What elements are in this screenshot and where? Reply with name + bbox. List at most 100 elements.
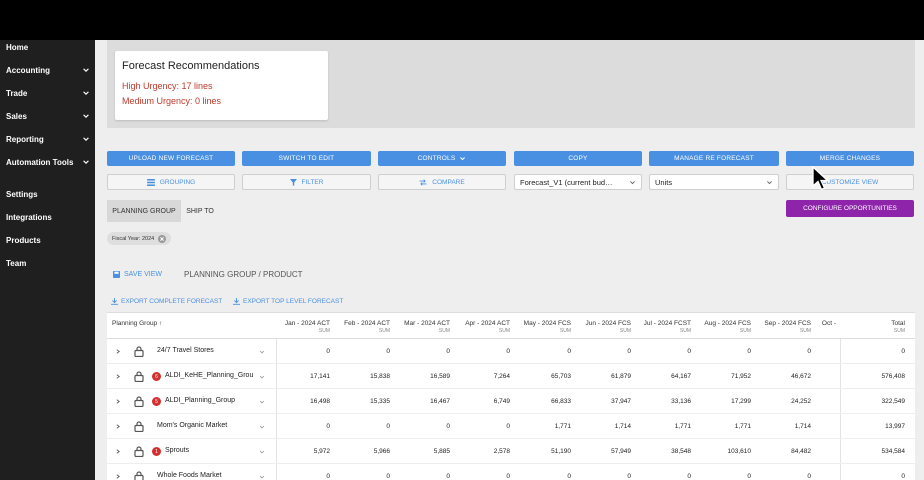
sidebar-item-trade[interactable]: Trade	[6, 86, 90, 100]
table-cell[interactable]: 17,141	[310, 373, 330, 380]
table-cell[interactable]: 16,589	[430, 373, 450, 380]
chevron-down-icon[interactable]	[259, 449, 265, 455]
table-cell[interactable]: 13,997	[885, 423, 905, 430]
table-cell[interactable]: 64,167	[671, 373, 691, 380]
toggle-planning-group[interactable]: PLANNING GROUP	[107, 200, 181, 222]
table-cell[interactable]: 57,949	[611, 448, 631, 455]
table-cell[interactable]: 65,703	[551, 373, 571, 380]
grouping-button[interactable]: GROUPING	[107, 174, 235, 190]
table-cell[interactable]: 0	[901, 473, 905, 480]
sidebar-item-home[interactable]: Home	[6, 40, 90, 54]
forecast-version-select[interactable]: Forecast_V1 (current bud…	[514, 174, 642, 190]
column-header[interactable]: Jan - 2024 ACT SUM	[285, 320, 330, 334]
table-cell[interactable]: 0	[326, 423, 330, 430]
units-select[interactable]: Units	[649, 174, 779, 190]
chevron-down-icon[interactable]	[259, 349, 265, 355]
table-cell[interactable]: 0	[687, 348, 691, 355]
manage-re-forecast-button[interactable]: MANAGE RE FORECAST	[649, 151, 779, 166]
column-header[interactable]: Total SUM	[891, 320, 905, 334]
table-cell[interactable]: 1,771	[555, 423, 571, 430]
table-cell[interactable]: 576,408	[882, 373, 906, 380]
table-cell[interactable]: 0	[627, 473, 631, 480]
filter-button[interactable]: FILTER	[242, 174, 371, 190]
column-header[interactable]: Sep - 2024 FCS SUM	[764, 320, 811, 334]
chevron-down-icon[interactable]	[259, 474, 265, 480]
table-cell[interactable]: 6,749	[494, 398, 510, 405]
table-cell[interactable]: 0	[747, 348, 751, 355]
table-cell[interactable]: 322,549	[882, 398, 906, 405]
merge-changes-button[interactable]: MERGE CHANGES	[786, 151, 914, 166]
table-cell[interactable]: 0	[567, 473, 571, 480]
table-cell[interactable]: 534,584	[882, 448, 906, 455]
table-cell[interactable]: 0	[386, 348, 390, 355]
save-view-button[interactable]: SAVE VIEW	[113, 271, 162, 278]
table-cell[interactable]: 0	[807, 473, 811, 480]
table-cell[interactable]: 61,879	[611, 373, 631, 380]
table-cell[interactable]: 1,771	[735, 423, 751, 430]
sidebar-item-automation-tools[interactable]: Automation Tools	[6, 155, 90, 169]
table-cell[interactable]: 0	[446, 348, 450, 355]
table-cell[interactable]: 17,299	[731, 398, 751, 405]
controls-button[interactable]: CONTROLS	[378, 151, 506, 166]
table-cell[interactable]: 33,136	[671, 398, 691, 405]
table-cell[interactable]: 0	[506, 423, 510, 430]
lock-icon[interactable]	[134, 471, 144, 480]
configure-opportunities-button[interactable]: CONFIGURE OPPORTUNITIES	[786, 200, 914, 217]
table-row[interactable]: 5 ALDI_Planning_Group 16,498 15,335 16,467 6,…	[107, 389, 915, 414]
table-cell[interactable]: 16,498	[310, 398, 330, 405]
column-header[interactable]: Oct -	[822, 320, 836, 327]
table-cell[interactable]: 51,190	[551, 448, 571, 455]
table-cell[interactable]: 0	[446, 473, 450, 480]
column-header[interactable]: Mar - 2024 ACT SUM	[404, 320, 450, 334]
high-urgency-text[interactable]: High Urgency: 17 lines	[122, 81, 213, 91]
table-cell[interactable]: 5,885	[434, 448, 450, 455]
table-cell[interactable]: 0	[386, 473, 390, 480]
column-header[interactable]: Jun - 2024 FCS SUM	[585, 320, 631, 334]
export-complete-forecast-link[interactable]: EXPORT COMPLETE FORECAST	[111, 298, 222, 305]
column-header[interactable]: Jul - 2024 FCST SUM	[644, 320, 691, 334]
table-cell[interactable]: 0	[807, 348, 811, 355]
planning-group-name[interactable]: 24/7 Travel Stores	[157, 347, 214, 354]
table-cell[interactable]: 1,714	[795, 423, 811, 430]
table-row[interactable]: Mom's Organic Market 0 0 0 0 1,771 1,714 1,771 1…	[107, 414, 915, 439]
planning-group-header[interactable]: Planning Group ↑	[112, 320, 162, 327]
table-cell[interactable]: 1,714	[615, 423, 631, 430]
table-cell[interactable]: 2,578	[494, 448, 510, 455]
sidebar-item-accounting[interactable]: Accounting	[6, 63, 90, 77]
table-row[interactable]: 6 ALDI_KeHE_Planning_Grou 17,141 15,838 16,5…	[107, 364, 915, 389]
column-header[interactable]: Apr - 2024 ACT SUM	[465, 320, 510, 334]
table-cell[interactable]: 0	[506, 473, 510, 480]
lock-icon[interactable]	[134, 421, 144, 432]
table-cell[interactable]: 7,264	[494, 373, 510, 380]
table-cell[interactable]: 0	[567, 348, 571, 355]
chevron-right-icon[interactable]	[115, 373, 121, 380]
medium-urgency-text[interactable]: Medium Urgency: 0 lines	[122, 96, 221, 106]
table-row[interactable]: 1 Sprouts 5,972 5,966 5,885 2,578 51,190 57,949…	[107, 439, 915, 464]
copy-button[interactable]: COPY	[514, 151, 642, 166]
table-cell[interactable]: 0	[627, 348, 631, 355]
table-cell[interactable]: 0	[446, 423, 450, 430]
customize-view-button[interactable]: CUSTOMIZE VIEW	[786, 174, 914, 190]
sidebar-item-products[interactable]: Products	[6, 233, 90, 247]
table-cell[interactable]: 84,482	[791, 448, 811, 455]
chevron-right-icon[interactable]	[115, 348, 121, 355]
column-header[interactable]: Aug - 2024 FCS SUM	[704, 320, 751, 334]
planning-group-name[interactable]: Mom's Organic Market	[157, 422, 227, 429]
sidebar-item-reporting[interactable]: Reporting	[6, 132, 90, 146]
forecast-recommendations-card[interactable]: Forecast Recommendations High Urgency: 1…	[115, 51, 328, 120]
lock-icon[interactable]	[134, 446, 144, 457]
chevron-right-icon[interactable]	[115, 448, 121, 455]
table-cell[interactable]: 0	[326, 348, 330, 355]
table-row[interactable]: Whole Foods Market 0 0 0 0 0 0 0 0 0 0	[107, 464, 915, 480]
toggle-ship-to[interactable]: SHIP TO	[181, 200, 219, 222]
table-cell[interactable]: 0	[386, 423, 390, 430]
chevron-down-icon[interactable]	[259, 399, 265, 405]
chevron-down-icon[interactable]	[259, 424, 265, 430]
chevron-right-icon[interactable]	[115, 423, 121, 430]
sidebar-item-settings[interactable]: Settings	[6, 187, 90, 201]
upload-forecast-button[interactable]: UPLOAD NEW FORECAST	[107, 151, 235, 166]
table-cell[interactable]: 37,947	[611, 398, 631, 405]
lock-icon[interactable]	[134, 346, 144, 357]
lock-icon[interactable]	[134, 396, 144, 407]
table-cell[interactable]: 16,467	[430, 398, 450, 405]
